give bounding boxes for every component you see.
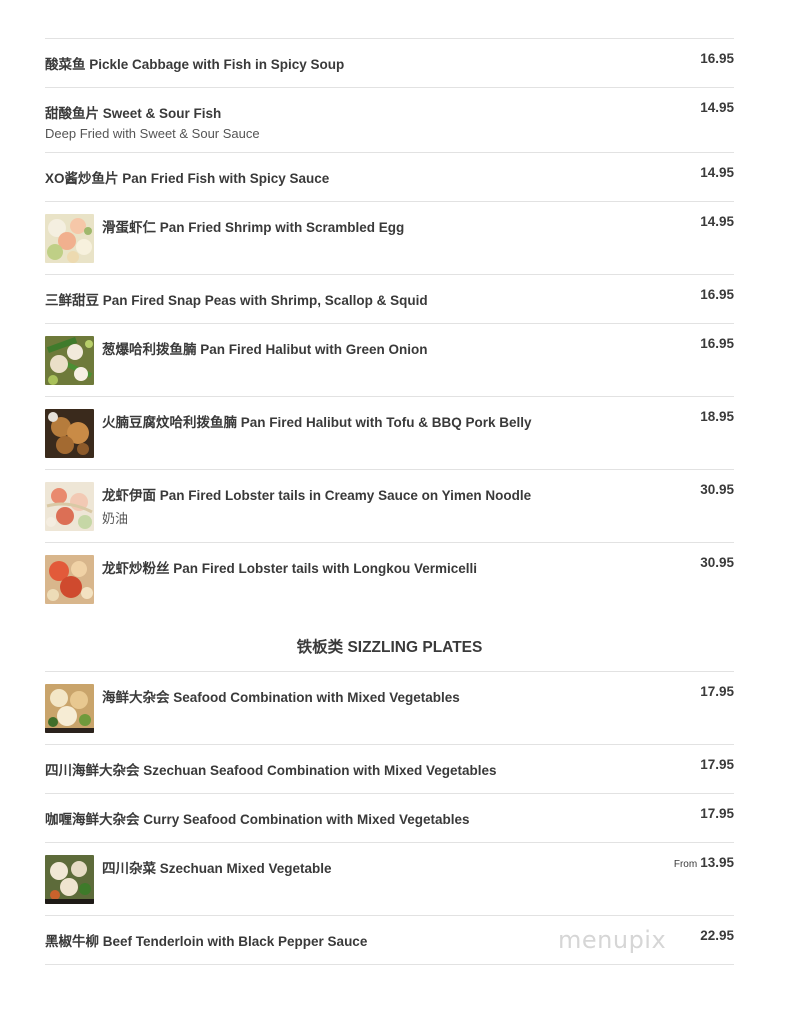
price-value: 13.95 — [700, 855, 734, 870]
menu-item: 四川海鲜大杂会 Szechuan Seafood Combination wit… — [45, 744, 734, 794]
menu-item-name: 咖喱海鲜大杂会 Curry Seafood Combination with M… — [45, 812, 470, 827]
divider — [45, 964, 734, 965]
menu-item-name: 四川杂菜 Szechuan Mixed Vegetable — [102, 861, 332, 876]
menu-item: 火腩豆腐炆哈利拨鱼腩 Pan Fired Halibut with Tofu &… — [45, 396, 734, 470]
menu-item: 葱爆哈利拨鱼腩 Pan Fired Halibut with Green Oni… — [45, 323, 734, 397]
menu-item: 海鲜大杂会 Seafood Combination with Mixed Veg… — [45, 671, 734, 745]
watermark-logo: menupix — [558, 926, 667, 954]
mixed-vegetable-photo[interactable] — [45, 855, 94, 904]
halibut-onion-photo[interactable] — [45, 336, 94, 385]
menu-item-price: 30.95 — [700, 555, 734, 570]
menu-item: 龙虾伊面 Pan Fired Lobster tails in Creamy S… — [45, 469, 734, 543]
shrimp-egg-photo[interactable] — [45, 214, 94, 263]
menu-item: 滑蛋虾仁 Pan Fried Shrimp with Scrambled Egg… — [45, 201, 734, 275]
menu-item: 咖喱海鲜大杂会 Curry Seafood Combination with M… — [45, 793, 734, 843]
halibut-tofu-photo[interactable] — [45, 409, 94, 458]
menu-item-price: 17.95 — [700, 684, 734, 699]
menu-item: XO酱炒鱼片 Pan Fried Fish with Spicy Sauce 1… — [45, 152, 734, 202]
menu-item-price: 14.95 — [700, 100, 734, 115]
section-title: 铁板类 SIZZLING PLATES — [296, 639, 483, 656]
menu-item-price: From 13.95 — [674, 855, 734, 870]
menu-item-name: 海鲜大杂会 Seafood Combination with Mixed Veg… — [102, 690, 460, 705]
lobster-noodle-photo[interactable] — [45, 482, 94, 531]
menu-item: 酸菜鱼 Pickle Cabbage with Fish in Spicy So… — [45, 38, 734, 84]
menu-item-price: 16.95 — [700, 336, 734, 351]
menu-item: 龙虾炒粉丝 Pan Fired Lobster tails with Longk… — [45, 542, 734, 616]
menu-item-description: 奶油 — [102, 511, 129, 526]
menu-item: 甜酸鱼片 Sweet & Sour Fish Deep Fried with S… — [45, 87, 734, 153]
menu-item-name: 龙虾炒粉丝 Pan Fired Lobster tails with Longk… — [102, 561, 478, 576]
menu-item-name: 黑椒牛柳 Beef Tenderloin with Black Pepper S… — [45, 934, 368, 949]
menu-item-price: 14.95 — [700, 165, 734, 180]
lobster-vermicelli-photo[interactable] — [45, 555, 94, 604]
menu-item-name: XO酱炒鱼片 Pan Fried Fish with Spicy Sauce — [45, 171, 330, 186]
seafood-combo-photo[interactable] — [45, 684, 94, 733]
menu-item-name: 四川海鲜大杂会 Szechuan Seafood Combination wit… — [45, 763, 497, 778]
menu-item-price: 17.95 — [700, 806, 734, 821]
menu-item-price: 16.95 — [700, 51, 734, 66]
menu-item-price: 17.95 — [700, 757, 734, 772]
menu-item-name: 葱爆哈利拨鱼腩 Pan Fired Halibut with Green Oni… — [102, 342, 428, 357]
menu-item: 四川杂菜 Szechuan Mixed Vegetable From 13.95 — [45, 842, 734, 916]
menu-item-name: 三鲜甜豆 Pan Fired Snap Peas with Shrimp, Sc… — [45, 293, 428, 308]
menu-item-name: 滑蛋虾仁 Pan Fried Shrimp with Scrambled Egg — [102, 220, 405, 235]
menu-item-price: 18.95 — [700, 409, 734, 424]
menu-item-description: Deep Fried with Sweet & Sour Sauce — [45, 126, 260, 141]
menu-item-price: 16.95 — [700, 287, 734, 302]
price-prefix: From — [673, 859, 698, 870]
menu-item-name: 酸菜鱼 Pickle Cabbage with Fish in Spicy So… — [45, 57, 345, 72]
menu-item-price: 14.95 — [700, 214, 734, 229]
menu-item-name: 龙虾伊面 Pan Fired Lobster tails in Creamy S… — [102, 488, 532, 503]
menu-item-price: 22.95 — [700, 928, 734, 943]
menu-item: 三鲜甜豆 Pan Fired Snap Peas with Shrimp, Sc… — [45, 274, 734, 324]
menu-item-name: 火腩豆腐炆哈利拨鱼腩 Pan Fired Halibut with Tofu &… — [102, 415, 532, 430]
menu-item-name: 甜酸鱼片 Sweet & Sour Fish — [45, 106, 222, 121]
menu-item-price: 30.95 — [700, 482, 734, 497]
